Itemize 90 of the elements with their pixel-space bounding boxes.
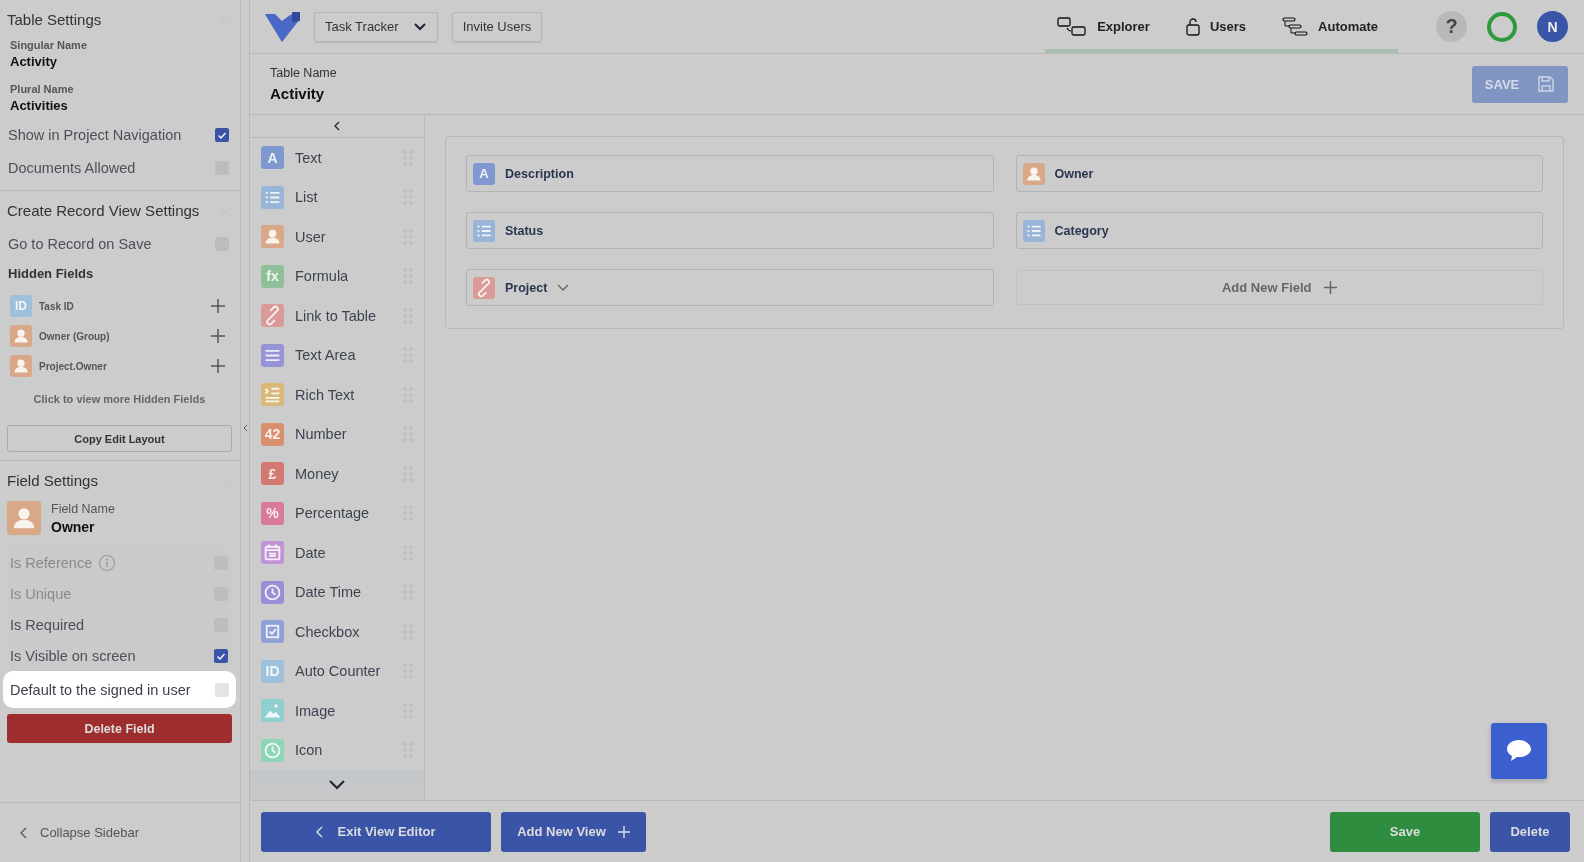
plus-icon	[617, 825, 630, 838]
app-selector[interactable]: Task Tracker	[314, 11, 438, 42]
hidden-field-name: Project.Owner	[39, 360, 108, 372]
field-type-item[interactable]: A Text	[250, 138, 424, 178]
table-name: Activity	[270, 85, 326, 102]
field-type-icon: fx	[261, 264, 284, 288]
section-title: Create Record View Settings	[7, 201, 200, 219]
field-type-item[interactable]: ID Auto Counter	[250, 651, 424, 691]
field-type-item[interactable]: Image	[250, 691, 424, 731]
chat-bubble-icon	[1505, 738, 1533, 764]
field-type-item[interactable]: List	[250, 177, 424, 217]
option-label: Is Reference	[10, 554, 93, 571]
info-icon	[98, 553, 117, 572]
checkbox[interactable]	[214, 648, 228, 663]
field-value: Activities	[10, 98, 69, 113]
layout-field[interactable]: Category	[1015, 212, 1543, 249]
field-type-item[interactable]: Date Time	[250, 572, 424, 612]
field-type-item[interactable]: 42 Number	[250, 414, 424, 454]
option-label: Is Visible on screen	[10, 647, 136, 664]
checkbox[interactable]	[215, 682, 229, 697]
chevron-left-icon	[316, 825, 324, 838]
exit-view-editor-button[interactable]: Exit View Editor	[261, 811, 491, 852]
help-button[interactable]: ?	[1436, 11, 1467, 42]
layout-field[interactable]: A Description	[466, 155, 994, 192]
nav-tab[interactable]: Automate	[1282, 4, 1378, 49]
field-label: Field Name	[51, 501, 115, 516]
window-icon	[1057, 16, 1088, 37]
field-type-item[interactable]: £ Money	[250, 454, 424, 494]
collapse-sidebar-button[interactable]: Collapse Sidebar	[0, 802, 240, 862]
lock-icon	[1185, 17, 1200, 36]
field-type-icon: A	[261, 146, 284, 170]
field-type-item[interactable]: Rich Text	[250, 375, 424, 415]
section-subtitle: Hidden Fields	[7, 265, 95, 283]
field-label: Table Name	[270, 66, 337, 80]
nav-tab[interactable]: Explorer	[1057, 4, 1150, 49]
field-type-item[interactable]: Icon	[250, 730, 424, 770]
field-type-item[interactable]: % Percentage	[250, 493, 424, 533]
field-type-item[interactable]: fx Formula	[250, 256, 424, 296]
layout-field[interactable]: Project	[466, 269, 994, 306]
chevron-down-icon	[329, 780, 345, 790]
chevron-left-icon	[334, 121, 340, 131]
field-value: Owner	[51, 518, 96, 535]
nav-tab[interactable]: Users	[1185, 4, 1247, 49]
chevron-left-icon	[20, 826, 28, 839]
add-new-field-button[interactable]: Add New Field	[1015, 270, 1543, 305]
option-label: Go to Record on Save	[8, 235, 152, 252]
field-type-icon: 42	[261, 422, 284, 446]
more-hidden-fields-link[interactable]: Click to view more Hidden Fields	[7, 381, 232, 425]
logo-icon	[264, 10, 300, 43]
option-label: Is Unique	[10, 585, 72, 602]
delete-field-button[interactable]: Delete Field	[7, 714, 232, 743]
field-type-icon: £	[261, 462, 284, 486]
plus-icon	[1323, 281, 1337, 294]
copy-layout-button[interactable]: Copy Edit Layout	[7, 425, 232, 452]
field-type-icon: %	[261, 501, 284, 525]
hidden-field-name: Task ID	[39, 300, 75, 312]
field-type-icon: ID	[261, 659, 284, 683]
plus-icon	[210, 358, 226, 374]
add-new-view-button[interactable]: Add New View	[501, 811, 646, 852]
field-label: Plural Name	[10, 83, 75, 95]
chevron-left-icon	[242, 424, 248, 432]
option-label: Is Required	[10, 616, 85, 633]
checkbox[interactable]	[215, 127, 229, 142]
option-label: Default to the signed in user	[10, 681, 191, 698]
field-type-item[interactable]: User	[250, 217, 424, 257]
field-type-icon: ID	[10, 295, 32, 317]
field-type-icon: A	[473, 162, 495, 185]
user-avatar[interactable]: N	[1537, 11, 1568, 42]
chevron-down-icon	[412, 21, 427, 32]
layout-field[interactable]: Status	[466, 212, 994, 249]
field-type-item[interactable]: Link to Table	[250, 296, 424, 336]
option-label: Show in Project Navigation	[8, 126, 182, 143]
section-title: Table Settings	[7, 10, 102, 28]
section-title: Field Settings	[7, 471, 98, 489]
hidden-field-name: Owner (Group)	[39, 330, 111, 342]
plus-icon	[210, 328, 226, 344]
steps-icon	[1282, 16, 1309, 37]
delete-button[interactable]: Delete	[1490, 811, 1570, 852]
field-label: Singular Name	[10, 39, 89, 51]
field-value: Activity	[10, 54, 58, 69]
status-ring-icon	[1486, 10, 1518, 43]
plus-icon	[210, 298, 226, 314]
scroll-down-bar[interactable]	[250, 770, 424, 800]
invite-users-button[interactable]: Invite Users	[451, 11, 543, 42]
field-type-item[interactable]: Date	[250, 533, 424, 573]
field-type-item[interactable]: Text Area	[250, 335, 424, 375]
option-label: Documents Allowed	[8, 159, 136, 176]
field-type-item[interactable]: Checkbox	[250, 612, 424, 652]
chat-button[interactable]	[1491, 723, 1547, 779]
layout-field[interactable]: Owner	[1015, 155, 1543, 192]
